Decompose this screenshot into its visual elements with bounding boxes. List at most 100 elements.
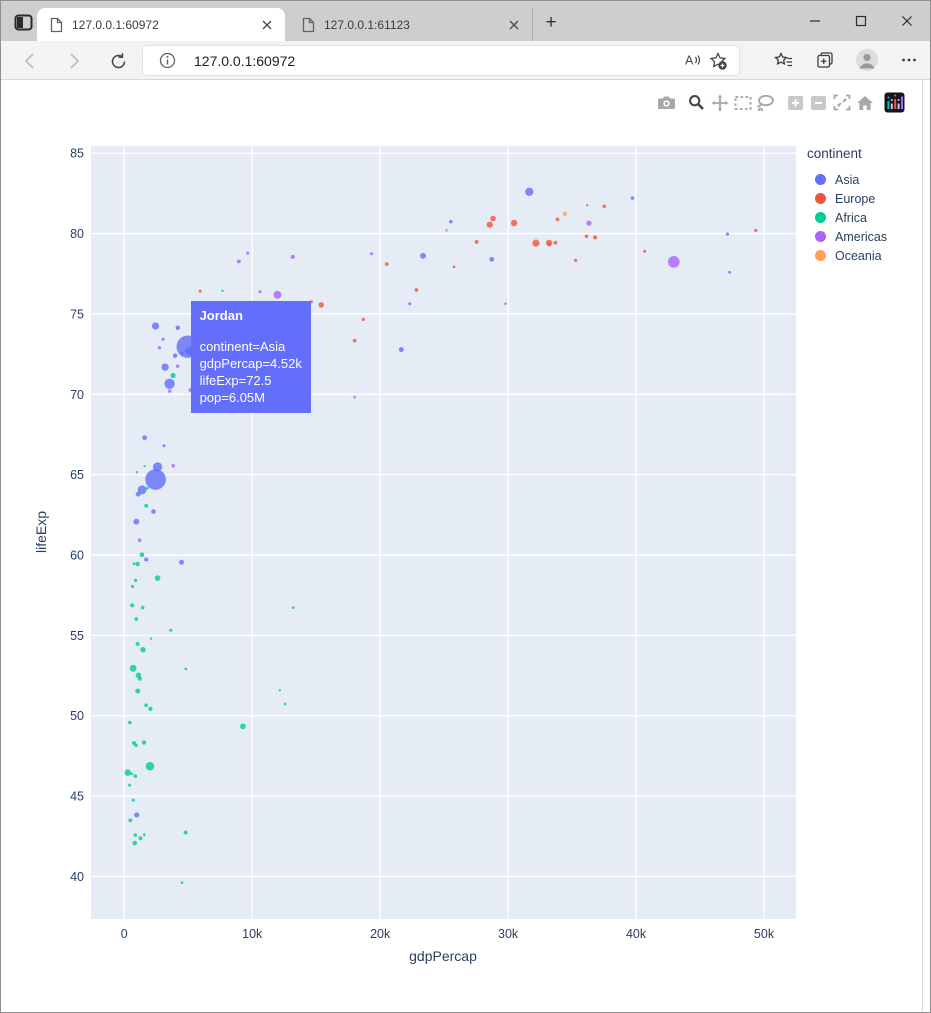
- data-point[interactable]: [511, 220, 517, 226]
- data-point[interactable]: [292, 606, 295, 609]
- data-point[interactable]: [184, 831, 188, 835]
- address-bar[interactable]: 127.0.0.1:60972 A: [143, 46, 739, 75]
- pan-icon[interactable]: [708, 92, 731, 113]
- data-point[interactable]: [415, 288, 419, 292]
- forward-icon[interactable]: [61, 48, 87, 74]
- data-point[interactable]: [279, 689, 281, 691]
- data-point[interactable]: [586, 204, 588, 206]
- data-point[interactable]: [453, 266, 456, 269]
- data-point[interactable]: [728, 271, 731, 274]
- data-point[interactable]: [161, 338, 164, 341]
- data-point[interactable]: [631, 196, 634, 199]
- reset-home-icon[interactable]: [853, 92, 876, 113]
- data-point[interactable]: [284, 703, 287, 706]
- add-favorite-icon[interactable]: [705, 48, 731, 74]
- data-point[interactable]: [141, 606, 145, 610]
- autoscale-icon[interactable]: [830, 92, 853, 113]
- tab-close-icon[interactable]: [506, 17, 522, 33]
- zoom-in-icon[interactable]: [784, 92, 807, 113]
- data-point[interactable]: [143, 833, 146, 836]
- data-point[interactable]: [237, 259, 241, 263]
- data-point[interactable]: [563, 212, 568, 217]
- data-point[interactable]: [246, 252, 249, 255]
- data-point[interactable]: [144, 557, 148, 561]
- data-point[interactable]: [399, 347, 404, 352]
- data-point[interactable]: [176, 326, 180, 330]
- data-point[interactable]: [128, 818, 132, 822]
- data-point[interactable]: [155, 575, 161, 581]
- data-point[interactable]: [169, 629, 172, 632]
- minimize-button[interactable]: [792, 1, 838, 41]
- data-point[interactable]: [153, 462, 162, 471]
- data-point[interactable]: [132, 799, 135, 802]
- collections-icon[interactable]: [812, 47, 838, 73]
- data-point[interactable]: [134, 812, 139, 817]
- data-point[interactable]: [139, 836, 143, 840]
- data-point[interactable]: [602, 205, 606, 209]
- data-point[interactable]: [150, 638, 152, 640]
- data-point[interactable]: [136, 492, 141, 497]
- data-point[interactable]: [131, 585, 134, 588]
- data-point[interactable]: [556, 218, 560, 222]
- data-point[interactable]: [240, 723, 246, 729]
- data-point[interactable]: [133, 562, 136, 565]
- address-url[interactable]: 127.0.0.1:60972: [194, 53, 679, 69]
- data-point[interactable]: [138, 538, 142, 542]
- data-point[interactable]: [291, 255, 295, 259]
- data-point[interactable]: [130, 603, 134, 607]
- data-point[interactable]: [144, 465, 146, 467]
- data-point[interactable]: [138, 677, 142, 681]
- data-point[interactable]: [532, 240, 539, 247]
- data-point[interactable]: [171, 464, 175, 468]
- data-point[interactable]: [408, 302, 411, 305]
- data-point[interactable]: [148, 707, 152, 711]
- data-point[interactable]: [168, 389, 172, 393]
- data-point[interactable]: [142, 435, 147, 440]
- data-point[interactable]: [274, 291, 282, 299]
- data-point[interactable]: [130, 665, 137, 672]
- data-point[interactable]: [586, 220, 591, 225]
- scatter-plot[interactable]: 010k20k30k40k50k40455055606570758085: [1, 80, 931, 1013]
- data-point[interactable]: [158, 346, 161, 349]
- data-point[interactable]: [362, 318, 365, 321]
- data-point[interactable]: [136, 471, 138, 473]
- data-point[interactable]: [574, 259, 577, 262]
- tab-2[interactable]: 127.0.0.1:61123: [289, 8, 533, 41]
- read-aloud-icon[interactable]: A: [679, 48, 705, 74]
- data-point[interactable]: [353, 339, 357, 343]
- data-point[interactable]: [643, 250, 646, 253]
- data-point[interactable]: [140, 647, 145, 652]
- box-select-icon[interactable]: [731, 92, 754, 113]
- data-point[interactable]: [162, 444, 165, 447]
- data-point[interactable]: [133, 519, 139, 525]
- data-point[interactable]: [135, 688, 140, 693]
- back-icon[interactable]: [17, 48, 43, 74]
- plotly-logo-icon[interactable]: [883, 92, 906, 113]
- data-point[interactable]: [140, 552, 145, 557]
- profile-avatar[interactable]: [854, 47, 880, 73]
- data-point[interactable]: [146, 762, 155, 771]
- data-point[interactable]: [144, 703, 148, 707]
- tab-1[interactable]: 127.0.0.1:60972: [37, 8, 285, 41]
- data-point[interactable]: [128, 721, 132, 725]
- data-point[interactable]: [504, 302, 506, 304]
- data-point[interactable]: [164, 379, 174, 389]
- legend-item-africa[interactable]: Africa: [807, 208, 887, 227]
- data-point[interactable]: [176, 364, 179, 367]
- plot-background[interactable]: [91, 146, 796, 919]
- data-point[interactable]: [134, 833, 137, 836]
- lasso-icon[interactable]: [754, 92, 777, 113]
- data-point[interactable]: [142, 740, 146, 744]
- data-point[interactable]: [181, 881, 184, 884]
- data-point[interactable]: [489, 257, 494, 262]
- data-point[interactable]: [554, 241, 558, 245]
- data-point[interactable]: [475, 240, 479, 244]
- data-point[interactable]: [133, 774, 137, 778]
- zoom-icon[interactable]: [685, 92, 708, 113]
- data-point[interactable]: [135, 562, 139, 566]
- tab-close-icon[interactable]: [259, 17, 275, 33]
- data-point[interactable]: [184, 667, 187, 670]
- data-point[interactable]: [668, 256, 680, 268]
- data-point[interactable]: [490, 216, 496, 222]
- zoom-out-icon[interactable]: [807, 92, 830, 113]
